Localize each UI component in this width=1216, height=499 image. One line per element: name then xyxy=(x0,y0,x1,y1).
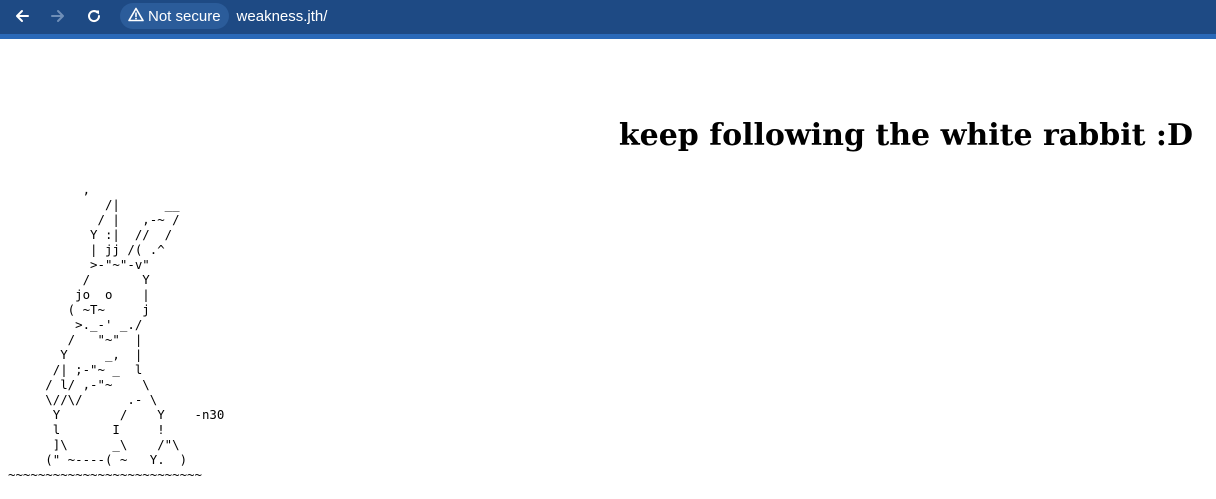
url-text[interactable]: weakness.jth/ xyxy=(237,8,328,25)
security-indicator[interactable]: Not secure xyxy=(120,3,229,29)
back-button[interactable] xyxy=(8,3,36,29)
page-heading: keep following the white rabbit :D xyxy=(618,118,1193,153)
forward-button[interactable] xyxy=(44,3,72,29)
security-label: Not secure xyxy=(148,7,221,25)
reload-button[interactable] xyxy=(80,3,108,29)
arrow-left-icon xyxy=(14,8,30,24)
arrow-right-icon xyxy=(50,8,66,24)
warning-triangle-icon xyxy=(128,7,148,26)
reload-icon xyxy=(86,8,102,24)
address-bar[interactable]: Not secure weakness.jth/ xyxy=(120,1,1216,31)
browser-toolbar: Not secure weakness.jth/ xyxy=(0,0,1216,39)
rabbit-ascii-art: , /| __ / | ,-~ / Y :| // / | jj /( .^ >… xyxy=(8,182,225,482)
